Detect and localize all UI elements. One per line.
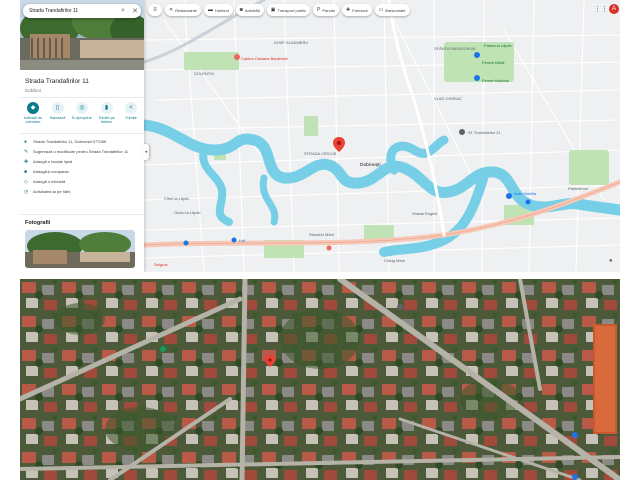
pegman-icon[interactable]: ● [609, 258, 613, 264]
map-window: IOSIF GLADMERU Cabina Casiana Bardeckă D… [20, 0, 620, 272]
action-label: Trimite pe telefon [98, 116, 115, 125]
map-label: IOSIF GLADMERU [274, 40, 308, 45]
photos-heading: Fotografii [25, 220, 51, 226]
map-label: Ferme Haluuwi [482, 78, 509, 83]
place-panel: Strada Trandafirilor 11 Dobăroi ◆ Indica… [20, 0, 144, 272]
action-label: În apropiere [71, 116, 93, 120]
chip-pharmacies[interactable]: ✚ Farmacii [342, 4, 372, 16]
directions-button[interactable]: ◆ Indicații de orientare [22, 102, 44, 125]
fork-knife-icon: ✕ [169, 7, 174, 13]
maps-activity-text: Activitatea ta pe hărți [33, 189, 71, 194]
save-button[interactable]: ▯ Salvează [47, 102, 69, 125]
map-label: Fermă Hălcii [482, 60, 505, 65]
map-label: Lidl [239, 238, 245, 243]
business-icon: ■ [24, 169, 28, 175]
chip-label: Restaurante [175, 7, 197, 13]
add-business-text: Adaugă-ți compania [33, 169, 69, 174]
share-button[interactable]: < Trimite [120, 102, 142, 125]
camera-icon: ◙ [239, 7, 243, 13]
directions-icon: ◆ [27, 102, 39, 114]
bed-icon: ▬ [208, 7, 213, 13]
map-canvas[interactable]: IOSIF GLADMERU Cabina Casiana Bardeckă D… [144, 0, 620, 272]
map-label: Crâng Mare [384, 258, 406, 263]
action-label: Trimite [125, 116, 137, 120]
satellite-view[interactable] [20, 279, 620, 480]
map-label: VLAD CHIRIAC [434, 96, 462, 101]
share-icon: < [125, 102, 137, 114]
place-subtitle: Dobăroi [25, 88, 41, 93]
layers-menu-button[interactable]: ≡ [148, 4, 162, 16]
category-chips: ≡ ✕ Restaurante ▬ Hoteluri ◙ Activități ▣ Tr… [148, 4, 410, 16]
chip-hotels[interactable]: ▬ Hoteluri [204, 4, 233, 16]
search-icon[interactable]: ⌕ [117, 7, 129, 15]
suggest-edit-row[interactable]: ✎ Sugerează o modificare pentru Strada T… [24, 149, 142, 155]
chip-label: Hoteluri [215, 7, 229, 13]
location-pin-icon: ● [24, 139, 28, 145]
nearby-button[interactable]: ◎ În apropiere [71, 102, 93, 125]
map-label: SFÂNTA PARASCHIVA [434, 46, 476, 51]
history-icon: ◷ [24, 189, 29, 195]
pencil-icon: ✎ [24, 149, 29, 155]
suggest-edit-text: Sugerează o modificare pentru Strada Tra… [33, 149, 129, 154]
maps-activity-row[interactable]: ◷ Activitatea ta pe hărți [24, 189, 142, 195]
chip-parking[interactable]: P Parcări [313, 4, 340, 16]
atm-icon: ▭ [378, 7, 384, 13]
collapse-panel-button[interactable]: ◂ [143, 144, 149, 160]
bookmark-icon: ▯ [51, 102, 64, 114]
chip-label: Activități [244, 7, 260, 13]
action-bar: ◆ Indicații de orientare ▯ Salvează ◎ În… [22, 102, 142, 125]
search-input[interactable]: Strada Trandafirilor 11 [23, 8, 117, 14]
map-label: Farma la Lăptic [484, 43, 512, 48]
send-to-phone-button[interactable]: ▮ Trimite pe telefon [96, 102, 118, 125]
map-label: DOLENTIA [194, 71, 214, 76]
divider [20, 133, 144, 134]
map-label: STRADA CIRCUȘ [304, 151, 337, 156]
info-list: ● Strada Trandafirilor 11, Dobroești 077… [24, 139, 142, 199]
nearby-icon: ◎ [76, 102, 88, 114]
chip-restaurants[interactable]: ✕ Restaurante [165, 4, 201, 16]
chip-transit[interactable]: ▣ Transport public [266, 4, 310, 16]
map-label: Dobroeşti [360, 162, 381, 168]
map-label: Sf. Trandafirilor 21 [468, 130, 501, 135]
search-box[interactable]: Strada Trandafirilor 11 ⌕ ✕ [23, 4, 141, 18]
chip-label: Parcări [322, 7, 336, 13]
close-icon[interactable]: ✕ [129, 7, 141, 15]
add-label-text: Adaugă o etichetă [33, 179, 66, 184]
address-text: Strada Trandafirilor 11, Dobroești 07708… [33, 139, 107, 144]
map-label: Selgros [154, 262, 168, 267]
address-row[interactable]: ● Strada Trandafirilor 11, Dobroești 077… [24, 139, 142, 145]
photo-thumbnail[interactable] [25, 230, 135, 268]
action-label: Salvează [49, 116, 66, 120]
map-label: Stradelu Mării [309, 232, 334, 237]
place-title: Strada Trandafirilor 11 [25, 78, 89, 85]
add-label-row[interactable]: ◇ Adaugă o etichetă [24, 179, 142, 185]
divider [20, 214, 144, 215]
map-label: Pantelimon [568, 186, 588, 191]
add-missing-place-text: Adaugă o locație lipsă [33, 159, 73, 164]
pharmacy-icon: ✚ [346, 7, 351, 13]
add-business-row[interactable]: ■ Adaugă-ți compania [24, 169, 142, 175]
chip-label: Bancomate [385, 7, 406, 13]
map-label: Ocolu la Lăptic [174, 210, 200, 215]
parking-icon: P [317, 7, 321, 13]
bus-icon: ▣ [270, 7, 276, 13]
action-label: Indicații de orientare [23, 116, 43, 125]
chip-label: Transport public [277, 7, 306, 13]
apps-grid-icon[interactable]: ⋮⋮ [594, 5, 608, 13]
divider [20, 97, 144, 98]
add-missing-place-row[interactable]: ✚ Adaugă o locație lipsă [24, 159, 142, 165]
map-label: Strada Ruginii [412, 211, 437, 216]
map-label: Cabina Casiana Bardeckă [241, 56, 288, 61]
send-to-phone-icon: ▮ [100, 102, 113, 114]
label-icon: ◇ [24, 179, 28, 185]
map-label: Cirtel la Lăptic [164, 196, 189, 201]
chip-activities[interactable]: ◙ Activități [235, 4, 264, 16]
chip-atms[interactable]: ▭ Bancomate [374, 4, 410, 16]
map-label: Auto Mobilia [514, 191, 537, 196]
chip-label: Farmacii [352, 7, 368, 13]
avatar[interactable]: A [609, 4, 619, 14]
map-pin-plus-icon: ✚ [24, 159, 29, 165]
